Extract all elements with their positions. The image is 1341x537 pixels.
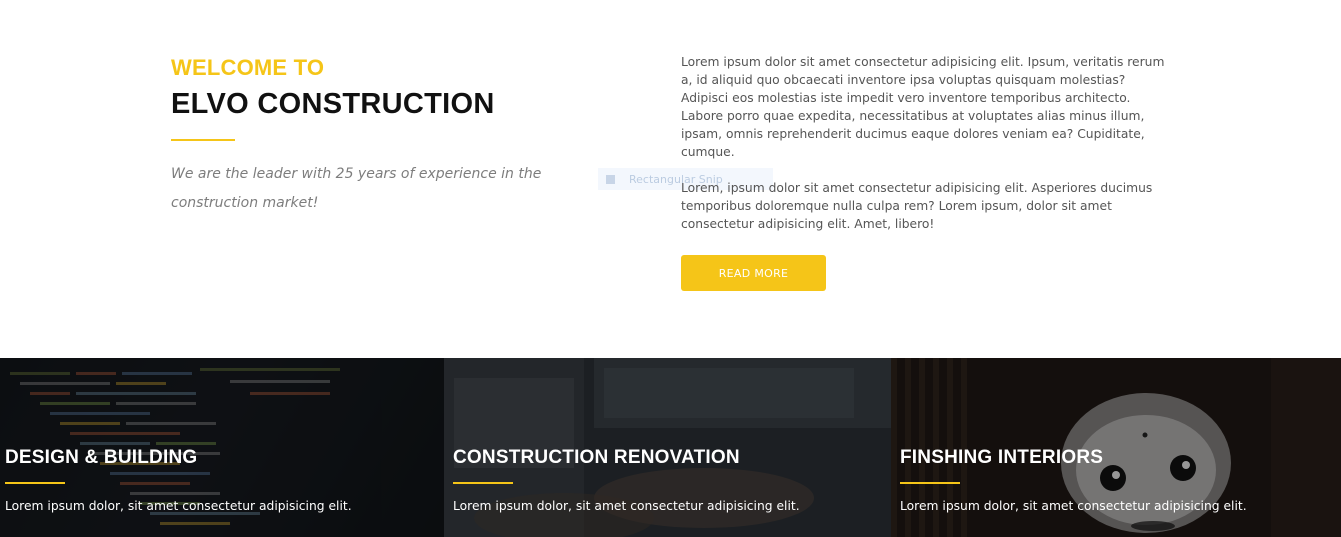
service-divider [900,482,960,484]
about-paragraph-1: Lorem ipsum dolor sit amet consectetur a… [681,55,1165,159]
service-title: DESIGN & BUILDING [5,447,198,468]
about-section: WELCOME TO ELVO CONSTRUCTION We are the … [0,0,1341,358]
service-title: CONSTRUCTION RENOVATION [453,447,740,468]
service-title: FINSHING INTERIORS [900,447,1104,468]
service-card-design-building[interactable]: DESIGN & BUILDING Lorem ipsum dolor, sit… [0,358,444,537]
service-description: Lorem ipsum dolor, sit amet consectetur … [5,499,352,513]
service-card-construction-renovation[interactable]: CONSTRUCTION RENOVATION Lorem ipsum dolo… [444,358,891,537]
service-divider [453,482,513,484]
title-divider [171,139,235,141]
service-description: Lorem ipsum dolor, sit amet consectetur … [900,499,1247,513]
about-paragraph-2: Lorem, ipsum dolor sit amet consectetur … [681,181,1153,231]
snip-icon [606,174,615,184]
service-card-finishing-interiors[interactable]: FINSHING INTERIORS Lorem ipsum dolor, si… [891,358,1341,537]
service-description: Lorem ipsum dolor, sit amet consectetur … [453,499,800,513]
read-more-button[interactable]: READ MORE [681,255,826,291]
page-title: ELVO CONSTRUCTION [171,88,495,120]
tagline: We are the leader with 25 years of exper… [171,166,542,211]
service-divider [5,482,65,484]
welcome-heading: WELCOME TO [171,55,325,80]
services-section: DESIGN & BUILDING Lorem ipsum dolor, sit… [0,358,1341,537]
